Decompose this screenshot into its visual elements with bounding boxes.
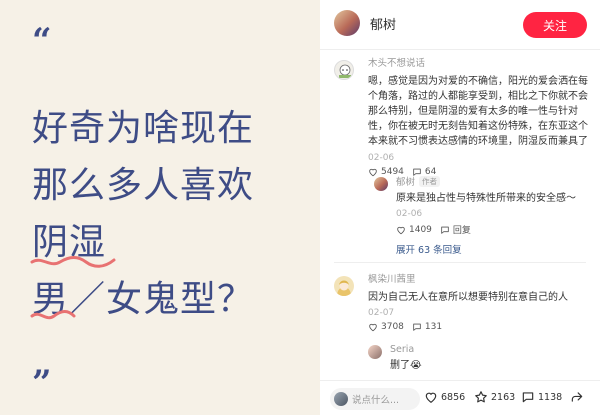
comment-input[interactable]: 说点什么... bbox=[330, 388, 420, 410]
comment-date: 02-06 bbox=[396, 209, 423, 219]
anime-avatar-icon bbox=[337, 280, 351, 296]
note-collect-button[interactable]: 2163 bbox=[474, 390, 515, 404]
commenter-avatar[interactable] bbox=[368, 345, 382, 359]
note-image[interactable]: “ 好奇为啥现在 那么多人喜欢 阴湿 男／女鬼型？ ” bbox=[0, 0, 320, 415]
note-like-count: 6856 bbox=[441, 391, 466, 403]
comment-username[interactable]: Seria bbox=[390, 344, 582, 356]
image-headline: 好奇为啥现在 那么多人喜欢 阴湿 男／女鬼型？ bbox=[32, 100, 312, 328]
heart-icon bbox=[369, 168, 377, 177]
comment-list[interactable]: 木头不想说话 嗯，感觉是因为对爱的不确信，阳光的爱会洒在每个角落，路过的人都能享… bbox=[320, 50, 600, 380]
comment-text: 原来是独占性与特殊性所带来的安全感～ bbox=[396, 193, 576, 204]
comment-text: 嗯，感觉是因为对爱的不确信，阳光的爱会洒在每个角落，路过的人都能享受到，相比之下… bbox=[368, 76, 588, 147]
author-name[interactable]: 郁树 bbox=[370, 14, 396, 33]
headline-line-1: 好奇为啥现在 bbox=[32, 108, 255, 149]
heart-icon bbox=[369, 323, 377, 332]
underline-squiggle-1 bbox=[30, 256, 116, 268]
like-count: 1409 bbox=[409, 224, 432, 235]
share-button[interactable] bbox=[570, 390, 584, 404]
open-quote-mark: “ bbox=[32, 21, 52, 61]
close-quote-mark: ” bbox=[32, 363, 52, 403]
comment-username[interactable]: 郁树 作者 bbox=[396, 176, 588, 189]
note-like-button[interactable]: 6856 bbox=[424, 390, 465, 404]
comment-input-placeholder: 说点什么... bbox=[352, 395, 400, 406]
author-bar: 郁树 关注 bbox=[320, 0, 600, 50]
chat-bubble-icon bbox=[522, 392, 534, 403]
heart-icon bbox=[425, 392, 437, 403]
chat-bubble-icon bbox=[413, 323, 421, 331]
commenter-avatar[interactable] bbox=[334, 276, 354, 296]
like-button[interactable]: 1409 bbox=[396, 225, 432, 235]
reply-username: 郁树 bbox=[396, 177, 416, 188]
current-user-avatar bbox=[334, 392, 348, 406]
comment-body: 木头不想说话 嗯，感觉是因为对爱的不确信，阳光的爱会洒在每个角落，路过的人都能享… bbox=[368, 58, 594, 177]
underline-squiggle-2 bbox=[30, 310, 76, 320]
comment-body: 郁树 作者 原来是独占性与特殊性所带来的安全感～ 02-06 1409 回复 展开… bbox=[396, 176, 588, 256]
author-badge: 作者 bbox=[419, 176, 441, 187]
reply-count: 131 bbox=[424, 322, 443, 332]
comment-body: Seria 删了😭 bbox=[390, 344, 582, 373]
comment-divider bbox=[334, 262, 586, 263]
note-comment-count: 1138 bbox=[538, 391, 563, 403]
author-avatar[interactable] bbox=[334, 10, 360, 36]
note-comment-button[interactable]: 1138 bbox=[521, 390, 562, 404]
expand-replies-link[interactable]: 展开 63 条回复 bbox=[396, 242, 588, 256]
comment-text: 因为自己无人在意所以想要特别在意自己的人 bbox=[368, 292, 568, 303]
cartoon-avatar-icon bbox=[339, 64, 351, 78]
like-count: 3708 bbox=[381, 322, 404, 332]
reply-button[interactable]: 回复 bbox=[440, 223, 471, 236]
heart-icon bbox=[397, 226, 405, 234]
comment-username[interactable]: 枫染川茜里 bbox=[368, 274, 594, 286]
comment-username[interactable]: 木头不想说话 bbox=[368, 58, 594, 70]
chat-bubble-icon bbox=[441, 226, 449, 234]
commenter-avatar[interactable] bbox=[374, 177, 388, 191]
comment-text: 删了😭 bbox=[390, 360, 422, 371]
headline-line-2: 那么多人喜欢 bbox=[32, 165, 255, 206]
comments-panel: 郁树 关注 木头不想说话 嗯，感觉是因为对爱的不确信，阳光的爱会洒在每个角落，路… bbox=[320, 0, 600, 415]
comment-date: 02-07 bbox=[368, 308, 395, 318]
reply-label: 回复 bbox=[452, 226, 471, 236]
bottom-action-bar: 说点什么... 6856 2163 1138 bbox=[320, 380, 600, 415]
reply-button[interactable]: 131 bbox=[412, 322, 442, 332]
comment-body: 枫染川茜里 因为自己无人在意所以想要特别在意自己的人 02-07 3708 13… bbox=[368, 274, 594, 332]
comment-date: 02-06 bbox=[368, 153, 395, 163]
commenter-avatar[interactable] bbox=[334, 60, 354, 80]
comment-actions: 1409 回复 bbox=[396, 223, 588, 236]
share-icon bbox=[571, 392, 583, 402]
comment-actions: 3708 131 bbox=[368, 322, 594, 332]
like-button[interactable]: 3708 bbox=[368, 322, 404, 332]
star-icon bbox=[475, 391, 487, 403]
follow-button[interactable]: 关注 bbox=[523, 12, 587, 38]
note-collect-count: 2163 bbox=[491, 391, 516, 403]
